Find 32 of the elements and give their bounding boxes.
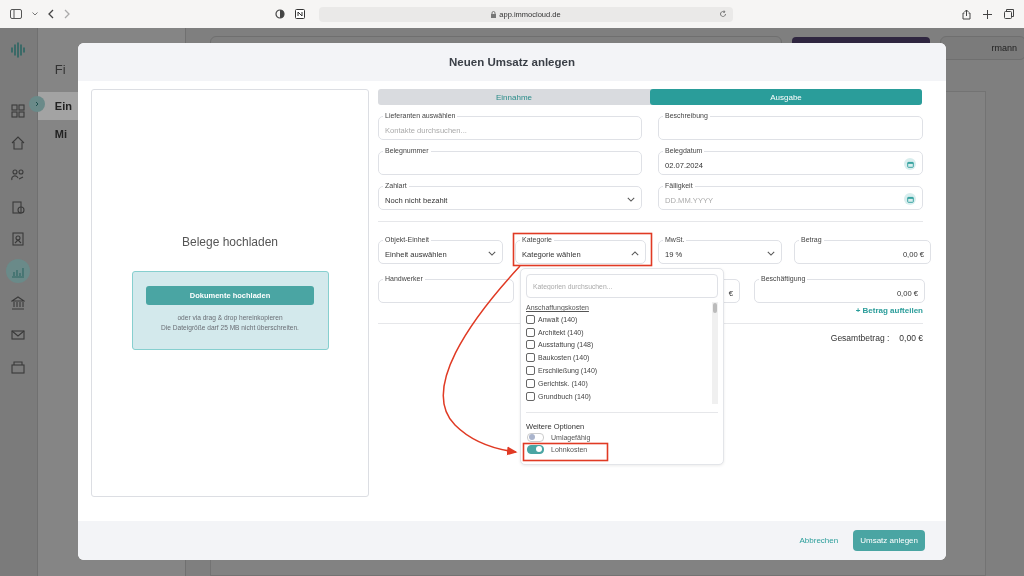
tabs-icon[interactable]: [1004, 9, 1014, 19]
checkbox[interactable]: [526, 391, 535, 401]
chevron-icon: [488, 251, 496, 256]
toggle-switch[interactable]: [527, 444, 544, 454]
calendar-icon[interactable]: [904, 193, 916, 205]
logo-icon[interactable]: [10, 42, 27, 58]
checkbox[interactable]: [526, 327, 535, 337]
plus-icon[interactable]: [983, 9, 992, 19]
chevron-icon: [631, 251, 639, 256]
sidebar-toggle-icon[interactable]: [10, 9, 22, 19]
checkbox[interactable]: [526, 353, 535, 363]
back-icon[interactable]: [48, 9, 54, 19]
total-label: Gesamtbetrag :: [830, 333, 890, 343]
checkbox[interactable]: [526, 340, 535, 350]
upload-heading: Belege hochladen: [181, 235, 279, 249]
chevron-icon: [767, 251, 775, 256]
dialog-title: Neuen Umsatz anlegen: [449, 56, 575, 68]
toggle-switch[interactable]: [527, 432, 544, 442]
checkbox[interactable]: [526, 366, 535, 376]
scrollbar[interactable]: [712, 302, 718, 404]
page-title: Fi: [54, 62, 67, 77]
chevron-icon: [627, 197, 635, 202]
reload-icon[interactable]: [719, 10, 727, 18]
chevron-icon[interactable]: [32, 12, 38, 16]
share-icon[interactable]: [962, 8, 971, 20]
checkbox[interactable]: [526, 314, 535, 324]
total-value: 0,00 €: [899, 333, 923, 343]
user-button[interactable]: rmann: [940, 36, 1024, 60]
checkbox[interactable]: [526, 378, 535, 388]
calendar-icon[interactable]: [904, 158, 916, 170]
forward-icon[interactable]: [64, 9, 70, 19]
lock-icon: [491, 10, 497, 18]
